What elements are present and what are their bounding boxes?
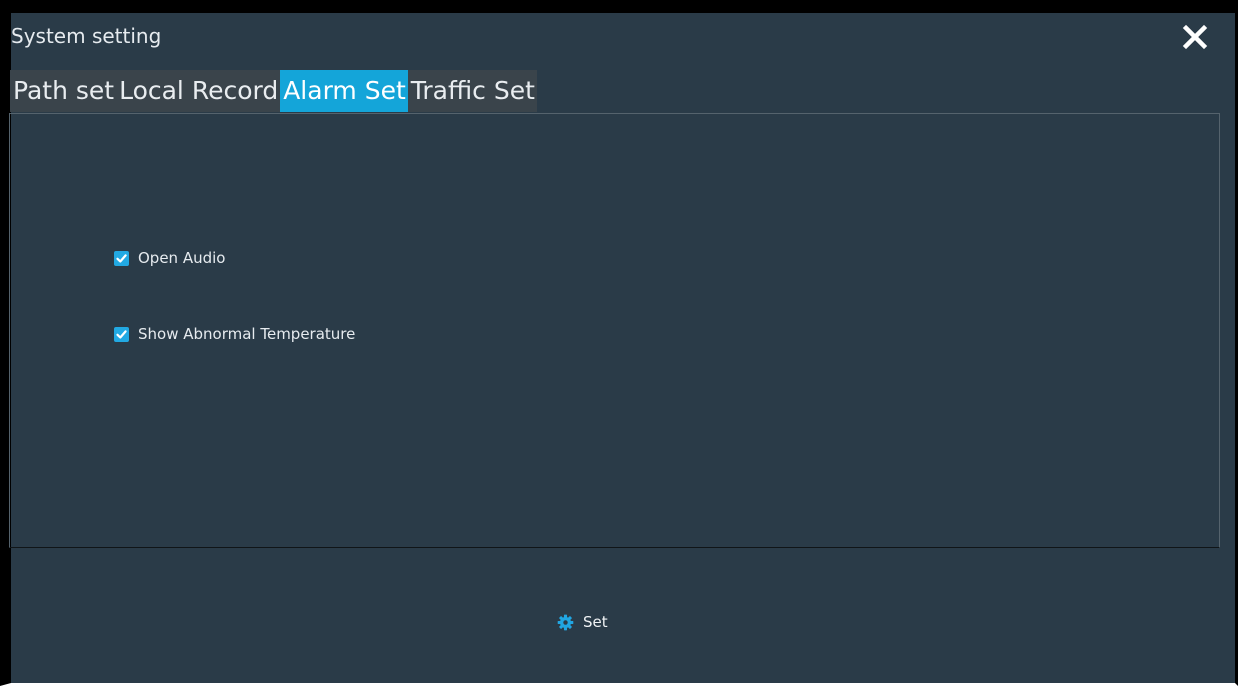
dialog-title: System setting — [11, 24, 162, 48]
close-icon — [1182, 24, 1208, 50]
close-button[interactable] — [1180, 22, 1210, 52]
open-audio-label: Open Audio — [138, 249, 226, 267]
show-abnormal-temperature-label: Show Abnormal Temperature — [138, 325, 356, 343]
show-abnormal-temperature-option[interactable]: Show Abnormal Temperature — [114, 324, 355, 344]
open-audio-checkbox[interactable] — [114, 250, 129, 266]
tab-alarm-set[interactable]: Alarm Set — [280, 70, 408, 112]
tab-traffic-set[interactable]: Traffic Set — [407, 70, 537, 112]
checkmark-icon — [116, 253, 127, 263]
gear-icon — [557, 614, 574, 630]
set-button[interactable]: Set — [557, 611, 608, 633]
checkmark-icon — [116, 329, 127, 339]
set-button-label: Set — [583, 613, 608, 631]
open-audio-option[interactable]: Open Audio — [114, 248, 225, 268]
tab-local-record[interactable]: Local Record — [116, 70, 281, 112]
show-abnormal-temperature-checkbox[interactable] — [114, 326, 129, 342]
settings-tabs: Path set Local Record Alarm Set Traffic … — [10, 70, 537, 112]
tab-path-set[interactable]: Path set — [10, 70, 117, 112]
